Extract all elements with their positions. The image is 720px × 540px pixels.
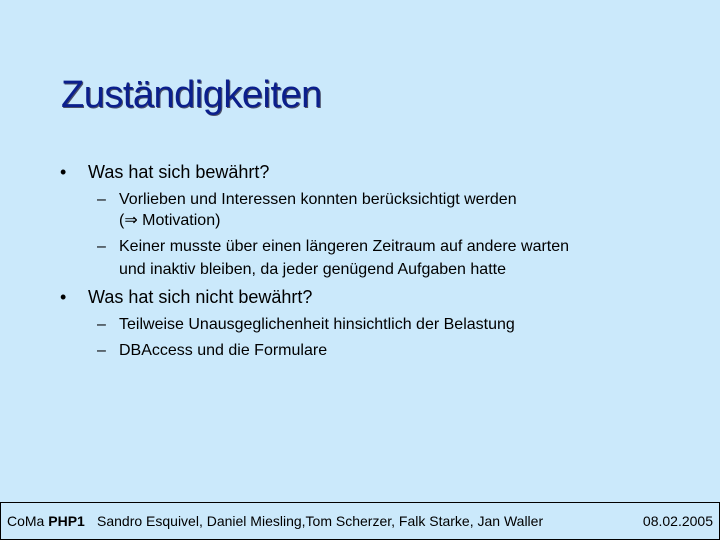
sub-bullet-text-line1: Teilweise Unausgeglichenheit hinsichtlic…: [119, 316, 515, 333]
footer-date: 08.02.2005: [642, 513, 713, 529]
slide-footer: CoMa PHP1 Sandro Esquivel, Daniel Miesli…: [0, 502, 720, 540]
bullet-text: Was hat sich bewährt?: [88, 162, 270, 182]
bullet-text: Was hat sich nicht bewährt?: [88, 287, 313, 307]
slide-content: • Was hat sich bewährt? – Vorlieben und …: [0, 0, 720, 500]
sub-bullet-marker: –: [97, 191, 106, 208]
sub-bullet-marker: –: [97, 316, 106, 333]
footer-course: CoMa PHP1: [7, 503, 85, 539]
footer-course-prefix: CoMa: [7, 513, 45, 529]
sub-bullet-text-line2: (⇒ Motivation): [119, 212, 221, 229]
sub-bullet-marker: –: [97, 238, 106, 255]
bullet-marker: •: [60, 287, 67, 307]
sub-bullet-marker: –: [97, 342, 106, 359]
bullet-marker: •: [60, 162, 67, 182]
footer-course-code: PHP1: [48, 513, 85, 529]
sub-bullet-text-line1: Vorlieben und Interessen konnten berücks…: [119, 191, 517, 208]
sub-bullet-text-line2: und inaktiv bleiben, da jeder genügend A…: [119, 261, 506, 278]
sub-bullet-text-line1: Keiner musste über einen längeren Zeitra…: [119, 238, 570, 255]
sub-bullet-text-line1: DBAccess und die Formulare: [119, 342, 328, 359]
footer-authors: Sandro Esquivel, Daniel Miesling,Tom Sch…: [97, 513, 544, 529]
